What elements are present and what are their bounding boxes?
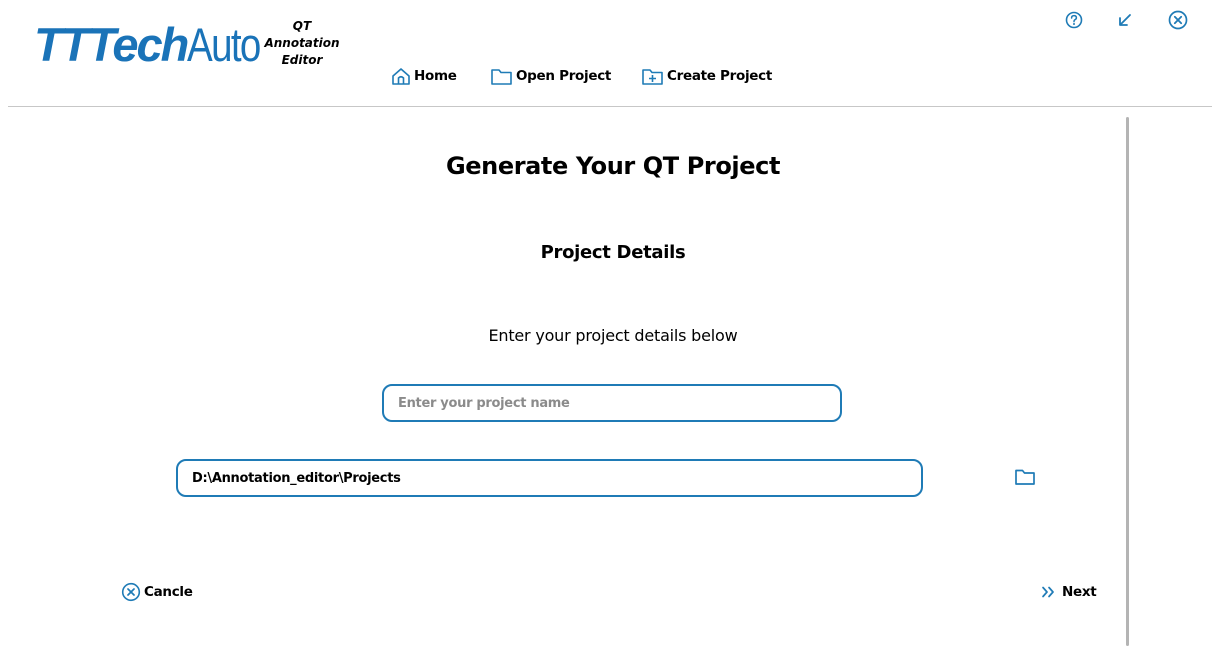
browse-folder-button[interactable] bbox=[1014, 466, 1036, 488]
folder-icon bbox=[491, 69, 512, 85]
app-title-line-2: Annotation bbox=[264, 36, 340, 50]
section-title: Project Details bbox=[540, 242, 686, 263]
cancel-button[interactable]: Cancle bbox=[120, 581, 193, 603]
next-label: Next bbox=[1062, 584, 1097, 600]
next-button[interactable]: Next bbox=[1040, 581, 1097, 603]
vertical-scrollbar[interactable] bbox=[1126, 117, 1129, 646]
app-title-line-1: QT bbox=[292, 19, 312, 33]
app-title-line-3: Editor bbox=[281, 53, 323, 67]
logo-bold-text: TTTech bbox=[34, 17, 189, 71]
cancel-circle-x-icon bbox=[121, 582, 141, 602]
help-icon bbox=[1065, 11, 1083, 29]
logo-light-text: Auto bbox=[187, 17, 261, 71]
project-name-input[interactable] bbox=[382, 384, 842, 422]
double-chevron-right-icon bbox=[1042, 586, 1054, 598]
close-button[interactable] bbox=[1167, 9, 1189, 31]
minimize-button[interactable] bbox=[1114, 9, 1136, 31]
nav-home-label: Home bbox=[414, 68, 457, 84]
instruction-text: Enter your project details below bbox=[488, 326, 738, 345]
header-divider bbox=[8, 106, 1212, 107]
folder-plus-icon bbox=[642, 69, 663, 85]
nav-open-project-label: Open Project bbox=[516, 68, 612, 84]
cancel-label: Cancle bbox=[144, 584, 193, 600]
page-title: Generate Your QT Project bbox=[445, 152, 781, 180]
project-path-input[interactable] bbox=[176, 459, 923, 497]
tttech-auto-logo: TTTech Auto bbox=[34, 14, 276, 74]
nav-create-project[interactable]: Create Project bbox=[641, 64, 772, 88]
folder-icon bbox=[1015, 469, 1035, 485]
help-button[interactable] bbox=[1063, 9, 1085, 31]
app-title: QT Annotation Editor bbox=[252, 18, 352, 69]
nav-create-project-label: Create Project bbox=[667, 68, 773, 84]
minimize-arrow-icon bbox=[1119, 14, 1131, 26]
nav-home[interactable]: Home bbox=[390, 64, 457, 88]
close-icon bbox=[1168, 10, 1188, 30]
nav-open-project[interactable]: Open Project bbox=[490, 64, 611, 88]
home-icon bbox=[392, 68, 410, 85]
